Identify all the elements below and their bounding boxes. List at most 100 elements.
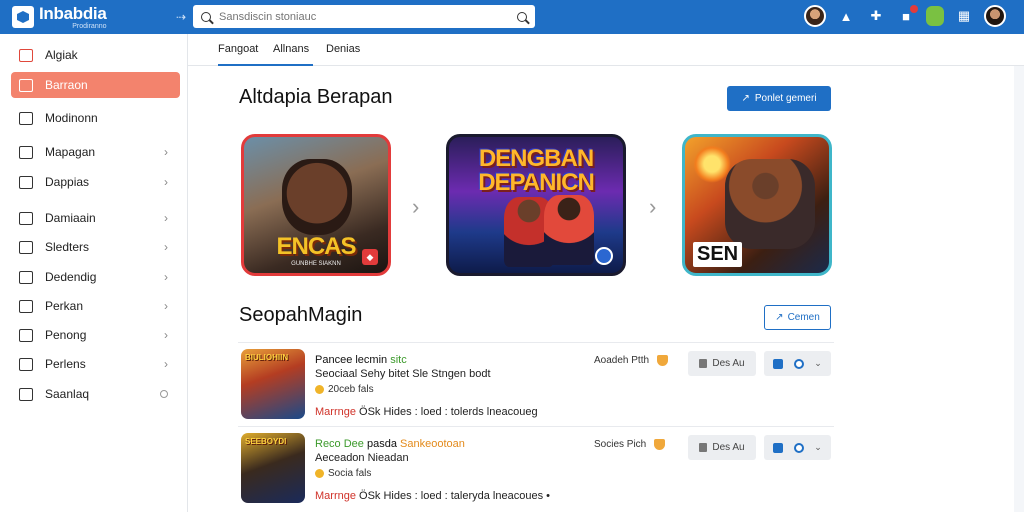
action-group[interactable]: ⌄ xyxy=(764,435,831,460)
thumbs-up-icon[interactable] xyxy=(773,442,784,453)
lock-icon xyxy=(699,443,708,452)
chevron-right-icon: › xyxy=(164,145,168,159)
sidebar-item-label: Modinonn xyxy=(45,111,98,125)
sidebar-item-dedendig[interactable]: Dedendig › xyxy=(11,264,180,290)
list-item-description: Aeceadon Nieadan xyxy=(315,452,409,464)
coin-icon xyxy=(315,385,324,394)
search-submit-icon[interactable] xyxy=(517,11,527,22)
featured-game-card-2[interactable]: DENGBAN DEPANICN xyxy=(446,134,626,276)
list-item-title: Reco Dee pasda Sankeootoan xyxy=(315,438,465,450)
main-content: Altdapia Berapan ↗ Ponlet gemeri ENCAS G… xyxy=(188,66,1024,512)
edit-icon xyxy=(19,111,33,125)
grid-icon[interactable]: ▦ xyxy=(954,8,974,24)
thumbs-up-icon[interactable] xyxy=(773,358,784,369)
sidebar-item-modinonn[interactable]: Modinonn xyxy=(11,105,180,131)
details-button[interactable]: Des Au xyxy=(688,435,756,460)
sidebar-item-label: Sledters xyxy=(45,240,90,254)
circle-indicator-icon xyxy=(160,390,168,398)
sidebar-item-sledters[interactable]: Sledters › xyxy=(11,234,180,260)
list-item-title: Pancee lecmin sitc xyxy=(315,354,407,366)
chevron-right-icon: › xyxy=(164,240,168,254)
clock-icon xyxy=(19,357,33,371)
notification-dot xyxy=(910,4,918,13)
header-actions: ▲ ✚ ■ ▦ xyxy=(804,4,1006,27)
list-item-description: Seociaal Sehy bitet Sle Stngen bodt xyxy=(315,368,491,380)
search-input[interactable] xyxy=(219,10,511,23)
chevron-right-icon: › xyxy=(164,211,168,225)
sidebar-item-label: Perkan xyxy=(45,299,84,313)
character-artwork xyxy=(725,159,815,249)
logo-subtitle: Prodiranno xyxy=(72,22,107,30)
sidebar-item-penong[interactable]: Penong › xyxy=(11,322,180,348)
lock-icon xyxy=(699,359,708,368)
featured-action-label: Ponlet gemeri xyxy=(754,93,817,104)
home-icon xyxy=(19,240,33,254)
thumbnail-label: SEEBOYDI xyxy=(245,437,287,446)
list-item[interactable]: SEEBOYDI Reco Dee pasda Sankeootoan Aece… xyxy=(238,426,834,510)
logo-name: Inbabdia xyxy=(39,3,107,23)
featured-game-card-3[interactable]: SEN xyxy=(682,134,832,276)
game-thumbnail: BIULIOHIIN xyxy=(241,349,305,419)
tab-denias[interactable]: Denias xyxy=(326,43,360,62)
puzzle-icon[interactable]: ✚ xyxy=(866,8,886,24)
notifications-icon[interactable]: ■ xyxy=(896,4,918,24)
list-item[interactable]: BIULIOHIIN Pancee lecmin sitc Seociaal S… xyxy=(238,342,834,426)
sidebar-item-algiak[interactable]: Algiak xyxy=(11,42,180,68)
chevron-down-icon[interactable]: ⌄ xyxy=(814,442,822,453)
sidebar-item-perlens[interactable]: Perlens › xyxy=(11,351,180,377)
title-highlight: sitc xyxy=(390,354,407,366)
list-item-meta: Socia fals xyxy=(315,468,371,479)
thumbnail-label: BIULIOHIIN xyxy=(245,353,289,362)
cube-logo-icon xyxy=(12,6,34,28)
document-icon xyxy=(19,270,33,284)
list-action-button[interactable]: ↗ Cemen xyxy=(764,305,831,330)
coin-icon xyxy=(315,469,324,478)
share-icon[interactable] xyxy=(793,358,804,369)
featured-section-title: Altdapia Berapan xyxy=(239,86,393,108)
details-button[interactable]: Des Au xyxy=(688,351,756,376)
calendar-icon xyxy=(19,78,33,92)
search-icon xyxy=(201,11,211,22)
pencil-icon xyxy=(19,145,33,159)
folder-icon xyxy=(19,175,33,189)
list-item-meta: 20ceb fals xyxy=(315,384,374,395)
chevron-right-icon: › xyxy=(164,299,168,313)
chevron-right-icon: › xyxy=(164,328,168,342)
carousel-next-icon[interactable]: › xyxy=(649,194,656,220)
scrollbar-track[interactable] xyxy=(1014,66,1024,512)
profile-avatar[interactable] xyxy=(984,5,1006,27)
app-logo[interactable]: Inbabdia Prodiranno xyxy=(12,5,162,30)
sidebar-item-label: Dappias xyxy=(45,175,90,189)
tab-fangoat[interactable]: Fangoat xyxy=(218,43,258,62)
collapse-sidebar-icon[interactable]: ⇢ xyxy=(170,10,192,24)
character-artwork xyxy=(282,159,352,235)
chevron-right-icon: › xyxy=(164,357,168,371)
featured-action-button[interactable]: ↗ Ponlet gemeri xyxy=(727,86,831,111)
sidebar-item-barraon[interactable]: Barraon xyxy=(11,72,180,98)
pen-icon xyxy=(19,328,33,342)
store-icon xyxy=(19,48,33,62)
search-bar[interactable] xyxy=(193,5,535,28)
sidebar-item-perkan[interactable]: Perkan › xyxy=(11,293,180,319)
chevron-down-icon[interactable]: ⌄ xyxy=(814,358,822,369)
user-avatar[interactable] xyxy=(804,5,826,27)
game-thumbnail: SEEBOYDI xyxy=(241,433,305,503)
tab-allnans[interactable]: Allnans xyxy=(273,43,309,62)
sidebar-item-label: Saanlaq xyxy=(45,387,90,401)
action-group[interactable]: ⌄ xyxy=(764,351,831,376)
featured-game-card-1[interactable]: ENCAS GUNBHE SIAKNN ◆ xyxy=(241,134,391,276)
sidebar-item-label: Perlens xyxy=(45,357,86,371)
card-icon xyxy=(19,299,33,313)
shield-icon xyxy=(654,439,666,450)
chevron-right-icon: › xyxy=(164,175,168,189)
upload-icon[interactable]: ▲ xyxy=(836,9,856,24)
chevron-right-icon: › xyxy=(164,270,168,284)
share-icon[interactable] xyxy=(793,442,804,453)
sidebar-item-dappias[interactable]: Dappias › xyxy=(11,169,180,195)
sidebar-item-damiaain[interactable]: Damiaain › xyxy=(11,205,180,231)
app-icon[interactable] xyxy=(926,6,944,26)
sidebar-item-saanlaq[interactable]: Saanlaq xyxy=(11,381,180,407)
tab-bar: Fangoat Allnans Denias xyxy=(188,34,1024,66)
sidebar-item-mapagan[interactable]: Mapagan › xyxy=(11,139,180,165)
carousel-next-icon[interactable]: › xyxy=(412,194,419,220)
